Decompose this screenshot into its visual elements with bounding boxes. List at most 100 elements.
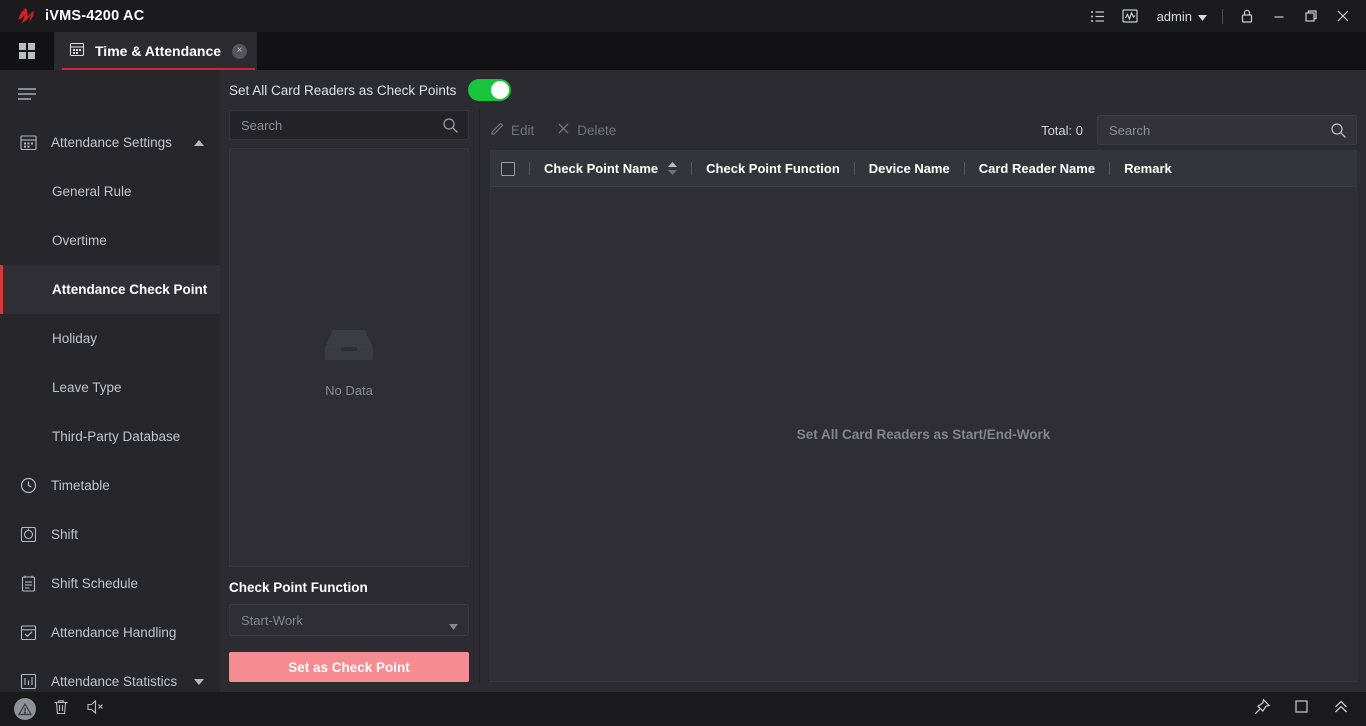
- column-header-check-point-function[interactable]: Check Point Function: [706, 161, 840, 176]
- chevron-down-icon[interactable]: [194, 678, 204, 685]
- no-data-label: No Data: [325, 382, 373, 398]
- divider: [853, 162, 855, 175]
- table-header-row: Check Point Name Check Point Function De…: [491, 151, 1356, 187]
- content-area: Set All Card Readers as Check Points Sea…: [220, 70, 1366, 692]
- trash-icon[interactable]: [52, 698, 70, 721]
- column-header-card-reader-name[interactable]: Card Reader Name: [979, 161, 1095, 176]
- divider: [1222, 8, 1223, 24]
- minimize-icon[interactable]: [1264, 0, 1294, 32]
- warning-icon[interactable]: [14, 698, 36, 720]
- clock-icon: [17, 475, 39, 497]
- grid-toolbar-right: Total: 0 Search: [1041, 115, 1357, 145]
- chevron-up-icon[interactable]: [194, 139, 204, 146]
- user-menu[interactable]: admin: [1147, 0, 1213, 32]
- hikvision-logo-icon: [16, 6, 36, 26]
- grid-search-input[interactable]: Search: [1097, 115, 1357, 145]
- panes: Search No Data Check Point Function Star…: [220, 110, 1366, 692]
- sidebar-item-label: Overtime: [52, 233, 107, 248]
- close-x-icon: [556, 121, 571, 139]
- check-point-function-label: Check Point Function: [229, 580, 368, 595]
- sidebar-item-label: Attendance Handling: [51, 625, 177, 640]
- lock-icon[interactable]: [1232, 0, 1262, 32]
- empty-box-icon: [321, 318, 377, 369]
- sidebar-item-leave-type[interactable]: Leave Type: [0, 363, 220, 412]
- edit-button[interactable]: Edit: [490, 121, 534, 139]
- sidebar-item-attendance-handling[interactable]: Attendance Handling: [0, 608, 220, 657]
- sidebar-item-overtime[interactable]: Overtime: [0, 216, 220, 265]
- list-icon[interactable]: [1083, 0, 1113, 32]
- tree-search-input[interactable]: Search: [229, 110, 469, 140]
- calendar-icon: [17, 132, 39, 154]
- sidebar-item-shift[interactable]: Shift: [0, 510, 220, 559]
- search-icon[interactable]: [442, 117, 459, 139]
- window-controls: admin: [1083, 0, 1366, 32]
- table-body: Set All Card Readers as Start/End-Work: [491, 187, 1356, 681]
- check-calendar-icon: [17, 622, 39, 644]
- speaker-mute-icon[interactable]: [86, 698, 105, 721]
- check-point-grid-pane: Edit Delete Total: 0 Search Check Point …: [479, 110, 1357, 682]
- edit-icon: [490, 121, 505, 139]
- sidebar-item-label: Shift Schedule: [51, 576, 139, 591]
- tab-time-and-attendance[interactable]: Time & Attendance ×: [54, 32, 258, 70]
- double-chevron-up-icon[interactable]: [1332, 698, 1350, 721]
- sidebar-item-label: Holiday: [52, 331, 98, 346]
- square-window-icon[interactable]: [1293, 698, 1310, 720]
- tab-label: Time & Attendance: [95, 43, 222, 59]
- divider: [529, 162, 530, 175]
- sidebar-item-attendance-check-point[interactable]: Attendance Check Point: [0, 265, 220, 314]
- chevron-down-icon: [449, 618, 458, 633]
- select-all-checkbox[interactable]: [501, 161, 515, 176]
- close-icon[interactable]: [1328, 0, 1358, 32]
- maximize-icon[interactable]: [1296, 0, 1326, 32]
- sidebar-group-attendance-settings[interactable]: Attendance Settings: [0, 118, 220, 167]
- tree-search-placeholder: Search: [241, 117, 283, 133]
- device-tree-empty: No Data: [229, 148, 469, 567]
- sidebar-item-label: Third-Party Database: [52, 429, 181, 444]
- shift-icon: [17, 524, 39, 546]
- toggle-label: Set All Card Readers as Check Points: [229, 82, 457, 98]
- sidebar-item-timetable[interactable]: Timetable: [0, 461, 220, 510]
- sidebar-item-label: Attendance Check Point: [52, 282, 208, 297]
- divider: [1109, 162, 1111, 175]
- check-point-function-select[interactable]: Start-Work: [229, 604, 469, 636]
- app-title: iVMS-4200 AC: [45, 8, 145, 24]
- hamburger-icon[interactable]: [0, 70, 220, 118]
- sort-arrows-icon[interactable]: [668, 162, 678, 175]
- sidebar-item-holiday[interactable]: Holiday: [0, 314, 220, 363]
- status-bar-left: [0, 698, 105, 721]
- set-as-check-point-button[interactable]: Set as Check Point: [229, 652, 469, 682]
- total-count-label: Total: 0: [1041, 122, 1083, 138]
- sidebar-item-shift-schedule[interactable]: Shift Schedule: [0, 559, 220, 608]
- sidebar-group-label: Attendance Settings: [51, 135, 172, 150]
- search-icon[interactable]: [1330, 122, 1347, 144]
- pin-icon[interactable]: [1253, 698, 1271, 721]
- delete-label: Delete: [577, 122, 617, 138]
- column-header-device-name[interactable]: Device Name: [869, 161, 950, 176]
- status-bar-right: [1253, 698, 1366, 721]
- calendar-icon: [68, 40, 86, 63]
- tab-close-icon[interactable]: ×: [232, 43, 248, 59]
- grid-search-placeholder: Search: [1109, 122, 1151, 138]
- sidebar: Attendance Settings General Rule Overtim…: [0, 70, 220, 692]
- delete-button[interactable]: Delete: [556, 121, 616, 139]
- column-header-remark[interactable]: Remark: [1124, 161, 1172, 176]
- sidebar-item-label: Shift: [51, 527, 79, 542]
- toggle-knob: [491, 81, 510, 99]
- title-bar: iVMS-4200 AC admin: [0, 0, 1366, 32]
- grid-apps-icon[interactable]: [0, 32, 54, 70]
- table-empty-message: Set All Card Readers as Start/End-Work: [796, 426, 1051, 442]
- sidebar-item-general-rule[interactable]: General Rule: [0, 167, 220, 216]
- schedule-icon: [17, 573, 39, 595]
- statistics-icon: [17, 671, 39, 693]
- chart-icon[interactable]: [1115, 0, 1145, 32]
- set-all-card-readers-row: Set All Card Readers as Check Points: [220, 70, 1366, 110]
- brand: iVMS-4200 AC: [0, 6, 144, 26]
- set-all-card-readers-toggle[interactable]: [468, 79, 512, 101]
- grid-toolbar: Edit Delete Total: 0 Search: [490, 110, 1357, 150]
- check-point-function-value: Start-Work: [241, 612, 303, 628]
- column-header-check-point-name[interactable]: Check Point Name: [544, 161, 658, 176]
- divider: [963, 162, 965, 175]
- sidebar-item-third-party-database[interactable]: Third-Party Database: [0, 412, 220, 461]
- chevron-down-icon: [1198, 9, 1207, 24]
- sidebar-item-label: General Rule: [52, 184, 132, 199]
